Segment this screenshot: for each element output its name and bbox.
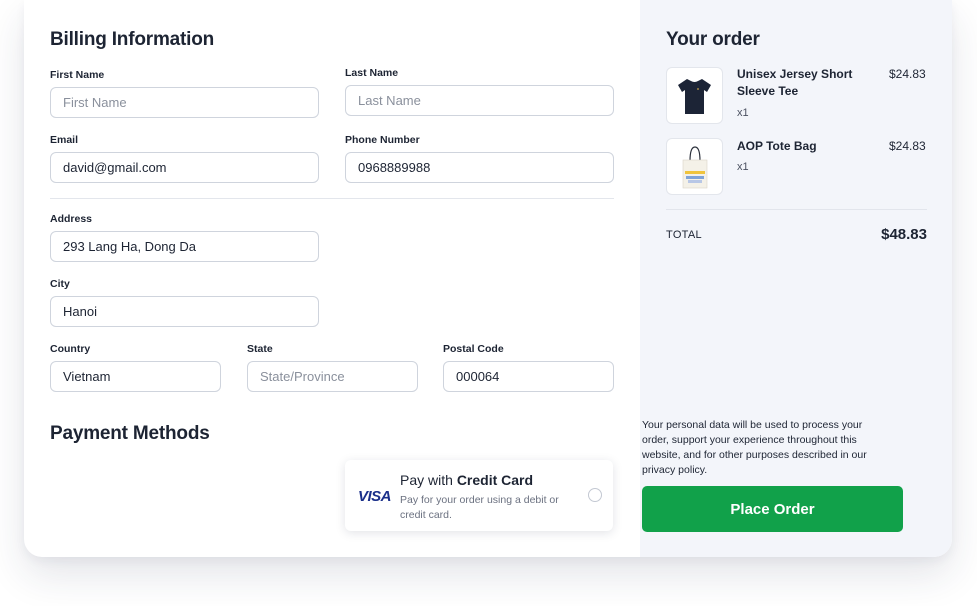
first-name-label: First Name [50, 69, 105, 81]
order-item-price: $24.83 [889, 139, 926, 153]
total-value: $48.83 [881, 226, 927, 243]
first-name-input[interactable]: First Name [50, 87, 319, 118]
state-field[interactable]: State/Province [247, 361, 418, 392]
privacy-notice: Your personal data will be used to proce… [642, 419, 867, 476]
address-label: Address [50, 213, 93, 225]
payment-option-title: Pay with Credit Card [400, 472, 533, 488]
state-label: State [247, 343, 273, 355]
order-item-thumbnail [666, 138, 723, 195]
section-divider [50, 198, 614, 199]
order-item-price: $24.83 [889, 67, 926, 81]
payment-option-prefix: Pay with [400, 472, 457, 488]
last-name-label: Last Name [345, 67, 399, 79]
payment-radio[interactable] [588, 488, 602, 502]
order-divider [666, 209, 927, 210]
address-field[interactable]: 293 Lang Ha, Dong Da [50, 231, 319, 262]
order-item-name: Unisex Jersey Short Sleeve Tee [737, 67, 853, 98]
total-label: TOTAL [666, 229, 702, 241]
country-label: Country [50, 343, 91, 355]
tote-bag-icon [682, 146, 708, 189]
city-label: City [50, 278, 70, 290]
phone-field[interactable]: 0968889988 [345, 152, 614, 183]
country-field[interactable]: Vietnam [50, 361, 221, 392]
visa-logo: VISA [358, 488, 392, 505]
postal-code-label: Postal Code [443, 343, 504, 355]
email-field[interactable]: david@gmail.com [50, 152, 319, 183]
order-item-name: AOP Tote Bag [737, 139, 817, 153]
postal-code-field[interactable]: 000064 [443, 361, 614, 392]
email-label: Email [50, 134, 79, 146]
order-item-qty: x1 [737, 107, 749, 119]
credit-card-option[interactable]: VISA Pay with Credit Card Pay for your o… [345, 460, 613, 531]
order-item-thumbnail [666, 67, 723, 124]
place-order-button[interactable]: Place Order [642, 486, 903, 532]
phone-label: Phone Number [345, 134, 420, 146]
payment-methods-title: Payment Methods [50, 423, 210, 444]
payment-option-description: Pay for your order using a debit or cred… [400, 494, 559, 521]
last-name-input[interactable]: Last Name [345, 85, 614, 116]
billing-title: Billing Information [50, 29, 215, 50]
tshirt-icon [678, 79, 711, 114]
order-title: Your order [666, 29, 760, 50]
order-item-qty: x1 [737, 161, 749, 173]
payment-option-name: Credit Card [456, 472, 534, 488]
city-field[interactable]: Hanoi [50, 296, 319, 327]
